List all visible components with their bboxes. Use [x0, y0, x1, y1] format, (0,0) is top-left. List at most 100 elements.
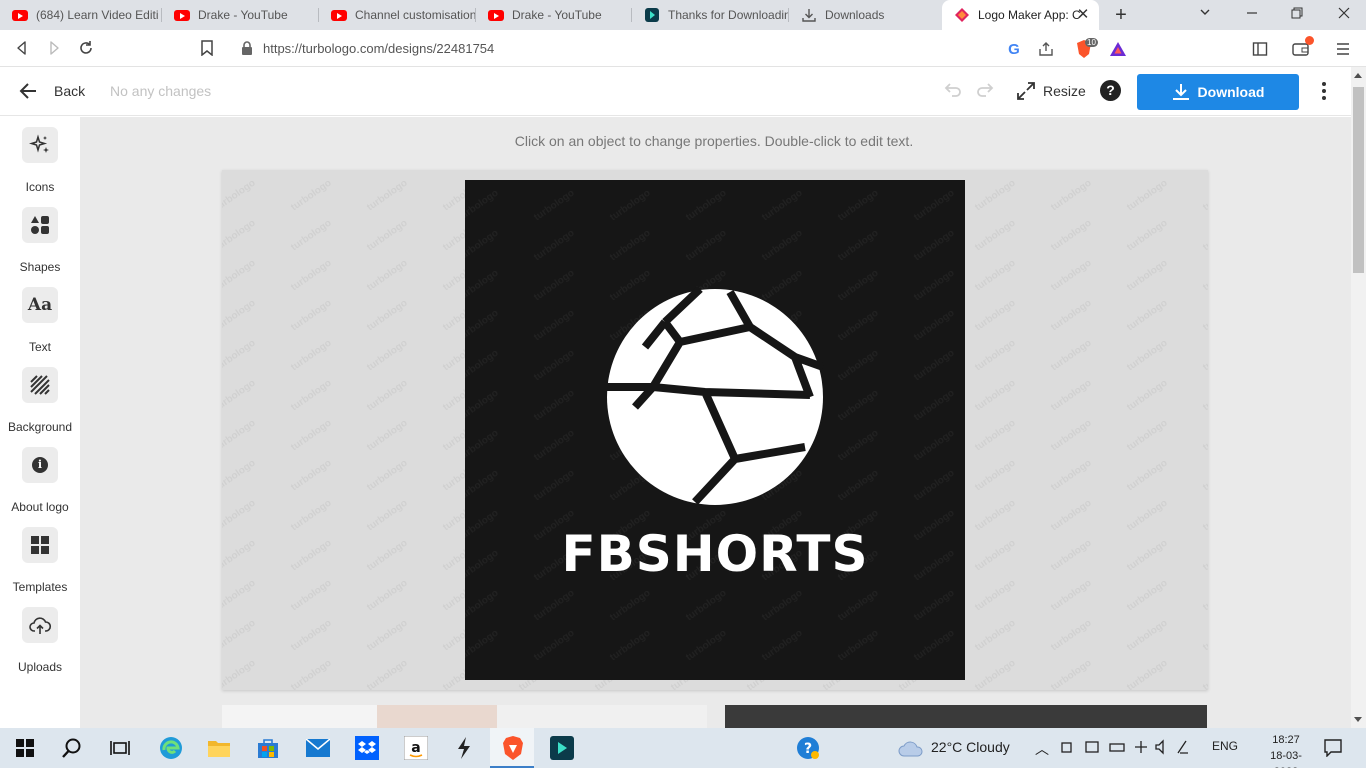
edge-icon[interactable]	[158, 735, 184, 761]
brave-browser-icon[interactable]	[500, 735, 526, 761]
watermark-text: turbologo	[1125, 297, 1170, 334]
help-tips-icon[interactable]: ?	[795, 735, 821, 761]
brave-rewards-icon[interactable]	[1108, 39, 1128, 59]
amazon-icon[interactable]: a	[403, 735, 429, 761]
tab-thanks-downloading[interactable]: Thanks for Downloadin	[632, 0, 789, 30]
url-text[interactable]: https://turbologo.com/designs/22481754	[263, 41, 494, 56]
sidebar-item-icons[interactable]: Icons	[0, 127, 80, 197]
tab-search-chevron-icon[interactable]	[1195, 5, 1215, 25]
template-thumbnail[interactable]	[725, 705, 1207, 728]
sidebar-toggle-icon[interactable]	[1250, 39, 1270, 59]
sidebar-item-shapes[interactable]: Shapes	[0, 207, 80, 277]
microsoft-store-icon[interactable]	[255, 735, 281, 761]
background-icon	[22, 367, 58, 403]
tab-channel-customisation[interactable]: Channel customisation	[319, 0, 476, 30]
tab-drake-youtube-2[interactable]: Drake - YouTube	[476, 0, 632, 30]
task-view-icon[interactable]	[107, 735, 133, 761]
watermark-text: turbologo	[532, 427, 577, 464]
sidebar-item-templates[interactable]: Templates	[0, 527, 80, 597]
watermark-text: turbologo	[465, 307, 501, 344]
watermark-text: turbologo	[973, 177, 1018, 214]
filmora-taskbar-icon[interactable]	[549, 735, 575, 761]
sidebar-item-text[interactable]: Aa Text	[0, 287, 80, 357]
watermark-text: turbologo	[1049, 657, 1094, 690]
search-icon[interactable]	[59, 735, 85, 761]
menu-hamburger-icon[interactable]	[1333, 39, 1353, 59]
watermark-text: turbologo	[465, 227, 501, 264]
tab-drake-youtube-1[interactable]: Drake - YouTube	[162, 0, 319, 30]
help-icon[interactable]: ?	[1100, 80, 1121, 101]
resize-icon[interactable]	[1016, 81, 1036, 101]
scrollbar-thumb[interactable]	[1353, 87, 1364, 273]
canvas-frame[interactable]: turbologo turbologo turbologo turbologo turb…	[222, 170, 1208, 690]
brave-shields-icon[interactable]: 10	[1074, 38, 1098, 59]
watermark-text: turbologo	[365, 657, 410, 690]
restore-icon[interactable]	[1287, 5, 1307, 25]
watermark-text: turbologo	[836, 467, 881, 504]
language-indicator[interactable]: ENG	[1212, 739, 1238, 753]
more-options-icon[interactable]	[1314, 79, 1334, 103]
bookmark-icon[interactable]	[197, 38, 217, 58]
info-glyph: i	[32, 457, 48, 473]
template-thumbnail[interactable]	[222, 705, 377, 728]
watermark-text: turbologo	[222, 217, 258, 254]
template-thumbnail[interactable]	[497, 705, 707, 728]
watermark-text: turbologo	[760, 587, 805, 624]
watermark-text: turbologo	[365, 617, 410, 654]
weather-text[interactable]: 22°C Cloudy	[931, 739, 1010, 755]
tab-learn-video[interactable]: (684) Learn Video Editi	[0, 0, 162, 30]
forward-nav-icon[interactable]	[44, 38, 64, 58]
filmora-icon	[644, 7, 660, 23]
watermark-text: turbologo	[289, 497, 334, 534]
watermark-text: turbologo	[289, 577, 334, 614]
download-button[interactable]: Download	[1137, 74, 1299, 110]
watermark-text: turbologo	[365, 577, 410, 614]
tab-logo-maker[interactable]: Logo Maker App: C ✕	[942, 0, 1099, 30]
dropbox-icon[interactable]	[354, 735, 380, 761]
watermark-text: turbologo	[1049, 457, 1094, 494]
back-arrow-icon[interactable]	[18, 80, 40, 102]
file-explorer-icon[interactable]	[206, 735, 232, 761]
watermark-text: turbologo	[836, 387, 881, 424]
sidebar-item-about-logo[interactable]: i About logo	[0, 447, 80, 517]
sidebar-item-background[interactable]: Background	[0, 367, 80, 437]
watermark-text: turbologo	[1201, 417, 1208, 454]
watermark-text: turbologo	[1201, 617, 1208, 654]
wallet-icon[interactable]	[1291, 36, 1314, 59]
undo-icon[interactable]	[941, 80, 963, 102]
watermark-text: turbologo	[465, 467, 501, 504]
page-scrollbar[interactable]	[1351, 67, 1366, 728]
tab-title: Drake - YouTube	[512, 8, 602, 22]
windows-start-icon[interactable]	[12, 735, 38, 761]
google-icon[interactable]: G	[1004, 39, 1024, 59]
new-tab-plus-icon[interactable]: +	[1111, 5, 1131, 25]
mail-icon[interactable]	[305, 735, 331, 761]
watermark-text: turbologo	[289, 537, 334, 574]
watermark-text: turbologo	[532, 187, 577, 224]
app-bolt-icon[interactable]	[451, 735, 477, 761]
sidebar-item-uploads[interactable]: Uploads	[0, 607, 80, 677]
watermark-text: turbologo	[1125, 537, 1170, 574]
minimize-icon[interactable]	[1242, 5, 1262, 25]
reload-icon[interactable]	[76, 38, 96, 58]
download-icon	[801, 7, 817, 23]
resize-button[interactable]: Resize	[1043, 83, 1086, 99]
sidebar-item-label: Shapes	[19, 260, 61, 274]
tray-overflow-chevron-icon[interactable]: ︿	[1035, 739, 1049, 759]
template-thumbnail[interactable]	[377, 705, 497, 728]
share-icon[interactable]	[1036, 39, 1056, 59]
close-tab-icon[interactable]: ✕	[1075, 7, 1091, 23]
logo-preview[interactable]: turbologo turbologo turbologo turbologo turb…	[465, 180, 965, 680]
redo-icon[interactable]	[975, 80, 997, 102]
notifications-icon[interactable]	[1320, 735, 1346, 761]
logo-text[interactable]: FBSHORTS	[465, 525, 965, 583]
close-window-icon[interactable]	[1334, 5, 1354, 25]
watermark-text: turbologo	[222, 577, 258, 614]
watermark-text: turbologo	[1201, 457, 1208, 494]
system-clock[interactable]: 18:27 18-03-2023	[1261, 732, 1311, 768]
back-button[interactable]: Back	[54, 83, 85, 99]
football-logo-icon[interactable]	[605, 287, 825, 507]
back-nav-icon[interactable]	[12, 38, 32, 58]
tab-downloads[interactable]: Downloads	[789, 0, 941, 30]
cloud-weather-icon[interactable]	[898, 735, 924, 761]
